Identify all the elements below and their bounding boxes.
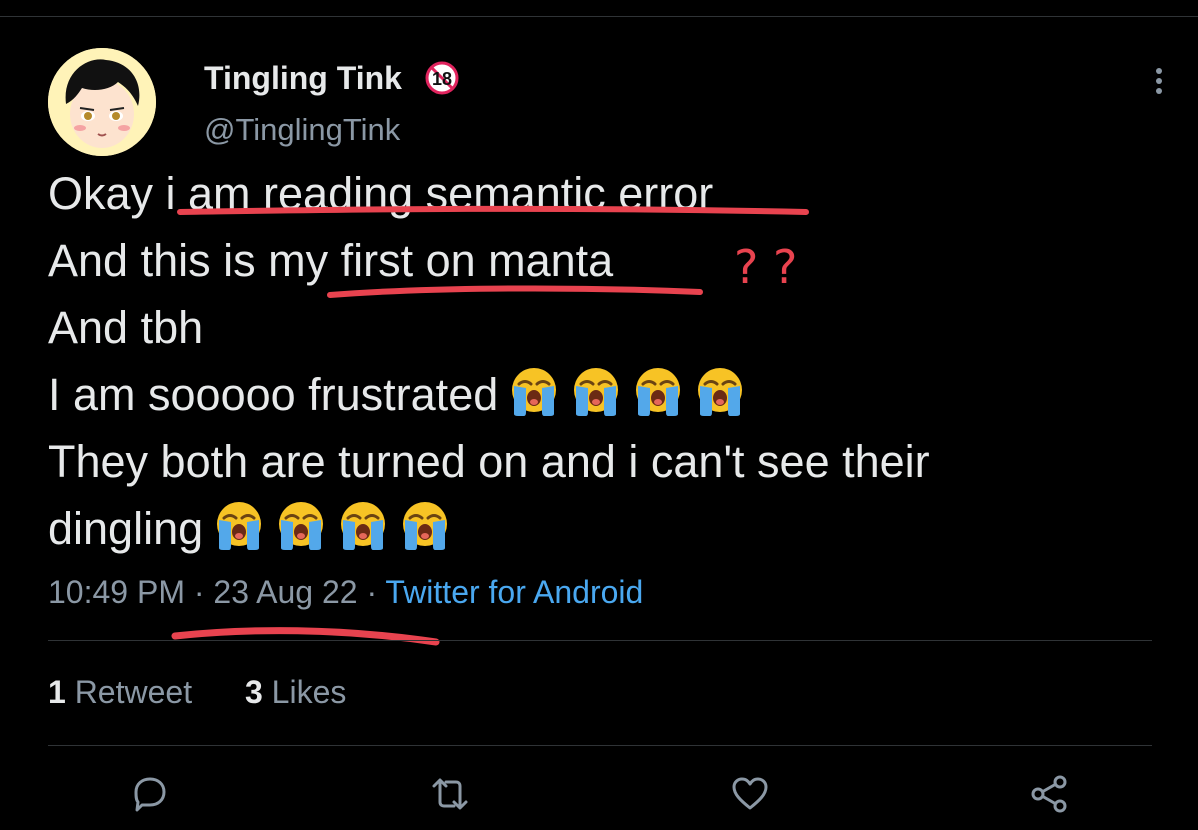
more-options-icon[interactable] <box>1148 66 1170 96</box>
reply-icon[interactable] <box>128 772 172 816</box>
loudly-crying-face-icon <box>279 502 324 550</box>
tweet-stats: 1 Retweet 3 Likes <box>48 674 390 711</box>
tweet-date[interactable]: 23 Aug 22 <box>213 574 357 610</box>
loudly-crying-face-icon <box>341 502 386 550</box>
avatar-illustration <box>48 48 156 156</box>
loudly-crying-face-icon <box>403 502 448 550</box>
emoji-row <box>211 500 459 570</box>
tweet-line-text: Okay i am reading semantic error <box>48 168 714 219</box>
divider <box>48 640 1152 641</box>
tweet-line: They both are turned on and i can't see … <box>48 428 1158 495</box>
tweet-line-text: I am sooooo frustrated <box>48 369 499 420</box>
likes-count: 3 <box>244 674 263 710</box>
loudly-crying-face-icon <box>217 502 262 550</box>
retweet-icon[interactable] <box>428 772 472 816</box>
tweet-line: I am sooooo frustrated <box>48 361 1158 428</box>
likes-label: Likes <box>271 674 347 710</box>
tweet-meta: 10:49 PM · 23 Aug 22 · Twitter for Andro… <box>48 574 643 611</box>
user-handle[interactable]: @TinglingTink <box>204 112 400 148</box>
likes-stat[interactable]: 3 Likes <box>245 674 346 710</box>
tweet-line: Okay i am reading semantic error <box>48 160 1158 227</box>
tweet-line-text: dingling <box>48 503 204 554</box>
age-restricted-18-icon: 18 <box>425 61 459 95</box>
emoji-row <box>506 366 754 436</box>
meta-separator: · <box>357 574 386 610</box>
tweet-line-text: And tbh <box>48 302 204 353</box>
loudly-crying-face-icon <box>512 368 557 416</box>
tweet-line: And tbh <box>48 294 1158 361</box>
tweet-line: And this is my first on manta <box>48 227 1158 294</box>
retweets-stat[interactable]: 1 Retweet <box>48 674 192 710</box>
age-badge-label: 18 <box>432 69 452 89</box>
tweet-source-link[interactable]: Twitter for Android <box>385 574 643 610</box>
loudly-crying-face-icon <box>574 368 619 416</box>
loudly-crying-face-icon <box>698 368 743 416</box>
divider <box>48 745 1152 746</box>
retweets-count: 1 <box>48 674 66 710</box>
top-divider <box>0 16 1198 17</box>
meta-separator: · <box>184 574 214 610</box>
tweet-line-text: They both are turned on and i can't see … <box>48 436 930 487</box>
avatar[interactable] <box>48 48 156 156</box>
retweets-label: Retweet <box>74 674 193 710</box>
tweet-line: dingling <box>48 495 1158 562</box>
like-icon[interactable] <box>728 772 772 816</box>
tweet-line-text: And this is my first on manta <box>48 235 614 286</box>
loudly-crying-face-icon <box>636 368 681 416</box>
share-icon[interactable] <box>1028 772 1072 816</box>
display-name[interactable]: Tingling Tink <box>204 60 402 97</box>
tweet-time[interactable]: 10:49 PM <box>48 574 185 610</box>
tweet-text: Okay i am reading semantic error And thi… <box>48 160 1158 562</box>
